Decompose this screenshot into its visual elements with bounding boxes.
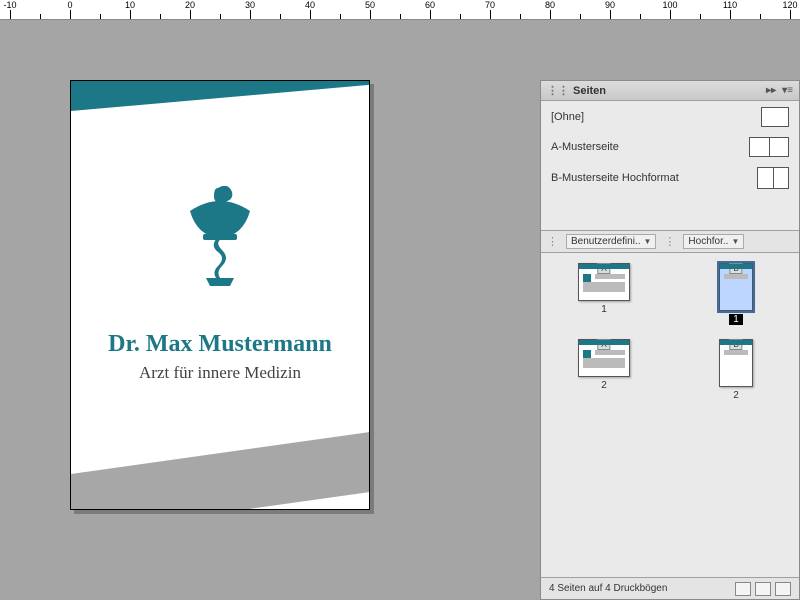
document-subtitle: Arzt für innere Medizin <box>71 363 369 383</box>
page-thumbnail[interactable]: B1 <box>683 263 789 325</box>
master-thumb <box>749 137 789 157</box>
master-page-a[interactable]: A-Musterseite <box>551 137 789 157</box>
grip-icon: ⋮⋮ <box>547 84 569 97</box>
section-portrait-dropdown[interactable]: Hochfor..▼ <box>683 234 744 249</box>
page-thumbnails: A1B1A2B2 <box>541 253 799 577</box>
page-thumb: B <box>719 339 753 387</box>
page-thumb: A <box>578 263 630 301</box>
chevron-down-icon: ▼ <box>644 237 652 246</box>
document-header-stripe <box>71 80 369 111</box>
page-thumbnail[interactable]: A1 <box>551 263 657 325</box>
document-title: Dr. Max Mustermann <box>71 331 369 358</box>
delete-page-button[interactable] <box>775 582 791 596</box>
section-grip-icon: ⋮ <box>547 235 558 248</box>
master-thumb <box>757 167 789 189</box>
panel-header[interactable]: ⋮⋮ Seiten ▸▸ ▾≡ <box>541 81 799 101</box>
document-footer-stripe <box>71 432 369 510</box>
section-bar: ⋮ Benutzerdefini..▼ ⋮ Hochfor..▼ <box>541 231 799 253</box>
section-grip-icon: ⋮ <box>664 235 675 248</box>
panel-footer: 4 Seiten auf 4 Druckbögen <box>541 577 799 599</box>
chevron-down-icon: ▼ <box>731 237 739 246</box>
collapse-button[interactable]: ▸▸ <box>766 85 776 96</box>
new-page-button[interactable] <box>755 582 771 596</box>
page-number: 2 <box>597 380 611 391</box>
page-thumb: B <box>719 263 753 311</box>
page-thumbnail[interactable]: A2 <box>551 339 657 401</box>
footer-layout-button[interactable] <box>735 582 751 596</box>
panel-title: Seiten <box>573 85 606 97</box>
document-page[interactable]: Dr. Max Mustermann Arzt für innere Mediz… <box>70 80 370 510</box>
horizontal-ruler: -100102030405060708090100110120130 <box>0 0 800 20</box>
master-pages-list: [Ohne] A-Musterseite B-Musterseite Hochf… <box>541 101 799 231</box>
page-number: 1 <box>597 304 611 315</box>
footer-status: 4 Seiten auf 4 Druckbögen <box>549 583 667 594</box>
asclepius-bowl-icon <box>180 186 260 286</box>
section-custom-dropdown[interactable]: Benutzerdefini..▼ <box>566 234 656 249</box>
master-thumb <box>761 107 789 127</box>
master-page-none[interactable]: [Ohne] <box>551 107 789 127</box>
master-page-b[interactable]: B-Musterseite Hochformat <box>551 167 789 189</box>
page-thumbnail[interactable]: B2 <box>683 339 789 401</box>
pages-panel: ⋮⋮ Seiten ▸▸ ▾≡ [Ohne] A-Musterseite B-M… <box>540 80 800 600</box>
page-thumb: A <box>578 339 630 377</box>
panel-menu-button[interactable]: ▾≡ <box>782 85 793 96</box>
page-number: 2 <box>729 390 743 401</box>
page-number: 1 <box>729 314 743 325</box>
